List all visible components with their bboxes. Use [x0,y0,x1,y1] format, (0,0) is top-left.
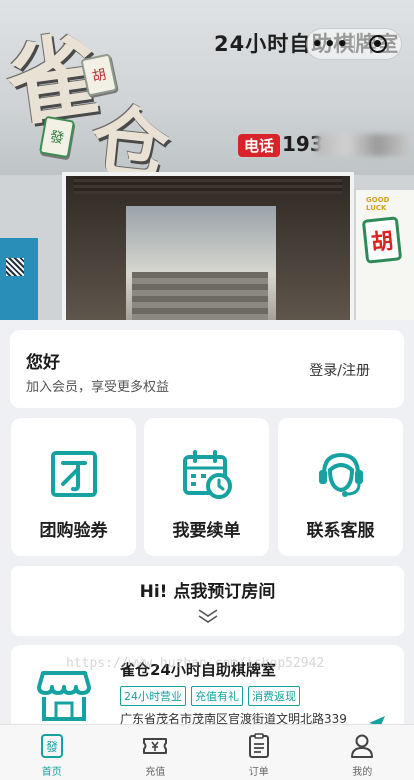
tab-orders[interactable]: 订单 [207,725,311,780]
bottom-tab-bar: 發 首页 充值 订单 我的 [0,724,414,780]
user-icon [351,734,374,758]
contact-service-button[interactable]: 联系客服 [278,418,403,556]
store-tags: 24小时营业 充值有礼 消费返现 [120,686,300,706]
tab-label: 首页 [41,767,62,778]
book-room-label: Hi! 点我预订房间 [139,582,276,602]
store-tag: 24小时营业 [120,686,186,706]
poster-mahjong-tile: 胡 [361,216,403,264]
login-register-link[interactable]: 登录/注册 [309,360,370,380]
store-icon [37,671,91,721]
more-menu-icon[interactable]: ••• [307,34,354,55]
left-poster [0,238,38,320]
store-name: 雀仓24小时自助棋牌室 [120,661,276,679]
action-label: 联系客服 [306,521,375,541]
entrance-stairs [132,272,268,320]
phone-number-blur [316,134,408,156]
group-coupon-verify-button[interactable]: 团购验券 [11,418,136,556]
coupon-icon [50,451,97,497]
greeting-title: 您好 [26,353,60,373]
action-label: 团购验券 [39,521,108,541]
svg-text:發: 發 [46,739,58,754]
close-miniprogram-button[interactable] [354,35,401,53]
close-circle-icon [368,35,387,53]
qr-code-icon [6,258,24,276]
tab-home[interactable]: 發 首页 [0,725,104,780]
rolling-shutter [74,176,342,194]
customer-service-icon [318,452,363,497]
store-tag: 消费返现 [248,686,300,706]
store-tag: 充值有礼 [191,686,243,706]
phone-tag: 电话 [238,134,281,157]
ticket-icon [143,738,168,754]
storefront-entrance [62,172,354,320]
greeting-subtitle: 加入会员，享受更多权益 [26,380,170,395]
tab-profile[interactable]: 我的 [311,725,414,780]
tab-recharge[interactable]: 充值 [104,725,208,780]
home-tile-icon: 發 [40,734,63,758]
book-room-button[interactable]: Hi! 点我预订房间 [11,566,404,636]
member-welcome-card: 您好 加入会员，享受更多权益 登录/注册 [10,330,404,408]
miniprogram-capsule: ••• [306,28,402,60]
tab-label: 订单 [248,767,269,778]
calendar-renew-icon [182,450,232,499]
renew-order-button[interactable]: 我要续单 [144,418,269,556]
poster-text: GOOD LUCK [366,196,390,212]
store-info-card[interactable]: 雀仓24小时自助棋牌室 24小时营业 充值有礼 消费返现 广东省茂名市茂南区官渡… [11,645,404,735]
action-label: 我要续单 [172,521,241,541]
double-chevron-down-icon [198,609,217,623]
order-list-icon [248,733,269,758]
tab-label: 充值 [145,767,166,778]
tab-label: 我的 [352,767,373,778]
